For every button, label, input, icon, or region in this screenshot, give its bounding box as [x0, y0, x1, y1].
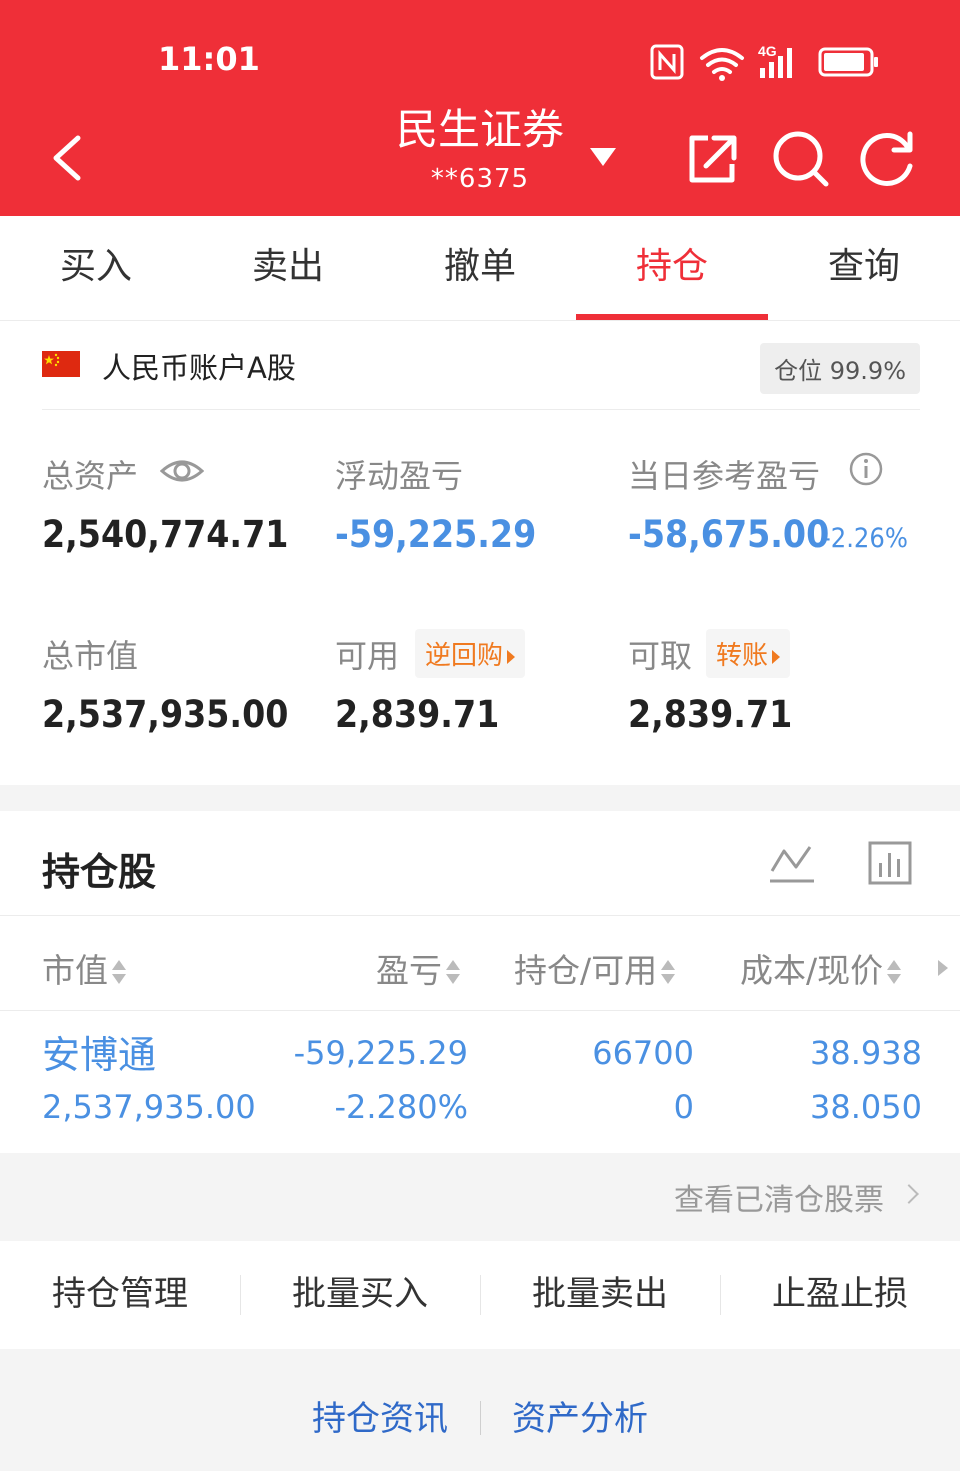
market-value-label: 总市值 — [42, 637, 139, 675]
status-time: 11:01 — [158, 40, 260, 78]
reverse-repo-label: 逆回购 — [425, 641, 504, 671]
total-assets-value: 2,540,774.71 — [42, 513, 289, 556]
stock-pl-percent: -2.280% — [334, 1088, 468, 1126]
asset-summary: 人民币账户A股 仓位 99.9% 总资产 2,540,774.71 浮动盈亏 -… — [0, 321, 960, 785]
tab-query[interactable]: 查询 — [768, 216, 960, 320]
withdrawable-label: 可取 — [628, 637, 693, 675]
external-link-icon — [689, 135, 737, 183]
account-row: 人民币账户A股 仓位 99.9% — [42, 343, 920, 410]
tag-arrow-icon — [772, 649, 781, 664]
battery-icon — [818, 47, 878, 77]
cleared-stocks-row[interactable]: 查看已清仓股票 — [0, 1153, 960, 1241]
wifi-icon — [700, 48, 744, 74]
eye-icon[interactable] — [159, 451, 205, 491]
broker-selector[interactable]: 民生证券 **6375 — [360, 104, 600, 194]
daily-pl-percent: -2.26% — [822, 523, 908, 554]
refresh-icon — [860, 131, 913, 186]
stock-available: 0 — [673, 1088, 694, 1126]
bar-chart-icon[interactable] — [866, 839, 914, 887]
sort-icon — [112, 959, 126, 986]
daily-pl-label: 当日参考盈亏 — [628, 457, 821, 495]
chevron-right-icon — [899, 1184, 919, 1204]
account-name: 人民币账户A股 — [102, 351, 296, 385]
total-assets-label: 总资产 — [42, 457, 139, 495]
china-flag-icon — [42, 351, 80, 377]
position-management-button[interactable]: 持仓管理 — [0, 1241, 240, 1349]
stock-name: 安博通 — [42, 1033, 157, 1077]
app-header: 11:01 4G 民生证券 **6375 — [0, 0, 960, 216]
holdings-column-headers: 市值 盈亏 持仓/可用 成本/现价 — [0, 915, 960, 1011]
transfer-label: 转账 — [716, 641, 769, 671]
trend-chart-icon[interactable] — [768, 839, 816, 887]
batch-sell-button[interactable]: 批量卖出 — [480, 1241, 720, 1349]
cleared-stocks-link: 查看已清仓股票 — [674, 1183, 884, 1218]
floating-pl-label: 浮动盈亏 — [335, 457, 464, 495]
col-cost-price[interactable]: 成本/现价 — [740, 944, 902, 992]
withdrawable-value: 2,839.71 — [628, 693, 793, 736]
batch-buy-button[interactable]: 批量买入 — [240, 1241, 480, 1349]
col-pl[interactable]: 盈亏 — [376, 944, 460, 992]
status-bar-icons: 4G — [650, 43, 878, 81]
position-actions: 持仓管理 批量买入 批量卖出 止盈止损 — [0, 1241, 960, 1349]
network-type: 4G — [758, 43, 777, 59]
available-value: 2,839.71 — [335, 693, 500, 736]
position-ratio-badge: 仓位 99.9% — [760, 343, 920, 394]
reverse-repo-button[interactable]: 逆回购 — [415, 629, 526, 678]
tab-buy[interactable]: 买入 — [0, 216, 192, 320]
sort-icon — [661, 959, 676, 986]
bottom-links: 持仓资讯 资产分析 — [0, 1349, 960, 1471]
stock-position: 66700 — [592, 1034, 694, 1072]
share-button[interactable] — [684, 128, 740, 188]
info-icon[interactable] — [848, 451, 884, 487]
scroll-right-icon[interactable] — [938, 960, 948, 976]
stock-pl: -59,225.29 — [293, 1034, 468, 1072]
account-number: **6375 — [430, 164, 530, 194]
asset-analysis-link[interactable]: 资产分析 — [512, 1391, 648, 1440]
table-row[interactable]: 安博通 2,537,935.00 -59,225.29 -2.280% 6670… — [0, 1010, 960, 1153]
search-button[interactable] — [770, 128, 829, 188]
back-arrow-icon — [53, 135, 81, 181]
stock-price: 38.050 — [810, 1088, 922, 1126]
sort-icon — [446, 959, 460, 986]
tab-sell[interactable]: 卖出 — [192, 216, 384, 320]
stock-cost: 38.938 — [810, 1034, 922, 1072]
refresh-button[interactable] — [858, 128, 914, 188]
search-icon — [773, 131, 829, 187]
trade-tabs: 买入 卖出 撤单 持仓 查询 — [0, 216, 960, 321]
col-market-value[interactable]: 市值 — [42, 944, 126, 992]
active-tab-indicator — [576, 314, 768, 320]
sort-icon — [887, 959, 902, 986]
market-value-value: 2,537,935.00 — [42, 693, 289, 736]
position-news-link[interactable]: 持仓资讯 — [312, 1391, 448, 1440]
daily-pl-value: -58,675.00 — [628, 513, 830, 556]
floating-pl-value: -59,225.29 — [335, 513, 537, 556]
nfc-icon — [650, 44, 684, 80]
tab-positions[interactable]: 持仓 — [576, 216, 768, 320]
available-label: 可用 — [335, 637, 400, 675]
holdings-title: 持仓股 — [42, 850, 157, 894]
holdings-section: 持仓股 市值 盈亏 持仓/可用 成本/现价 安博通 2,537,935.00 -… — [0, 811, 960, 1153]
stop-profit-loss-button[interactable]: 止盈止损 — [720, 1241, 960, 1349]
divider — [480, 1401, 481, 1435]
status-icons: 4G — [650, 40, 880, 84]
stock-market-value: 2,537,935.00 — [42, 1088, 256, 1126]
col-position[interactable]: 持仓/可用 — [514, 944, 676, 992]
dropdown-triangle-icon[interactable] — [588, 146, 618, 168]
tab-cancel-order[interactable]: 撤单 — [384, 216, 576, 320]
transfer-button[interactable]: 转账 — [706, 629, 791, 678]
tag-arrow-icon — [507, 649, 516, 664]
page-title: 民生证券 — [395, 105, 564, 154]
back-button[interactable] — [44, 128, 100, 188]
